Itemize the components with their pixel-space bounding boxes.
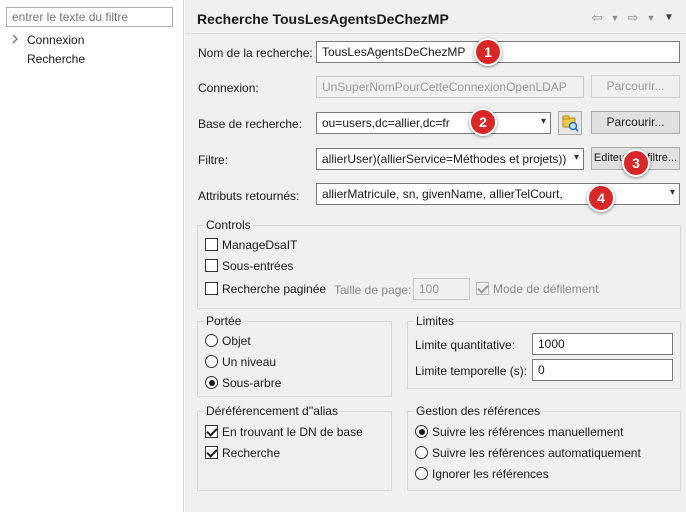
page-title: Recherche TousLesAgentsDeChezMP [197,11,449,27]
forward-arrow-icon[interactable]: ⇨ [626,10,640,26]
count-limit-label: Limite quantitative: [415,338,516,352]
referral-auto-label: Suivre les références automatiquement [432,446,641,460]
back-dropdown-icon[interactable]: ▼ [608,10,622,26]
scroll-mode-checkbox [476,282,489,295]
filter-value: allierUser)(allierService=Méthodes et pr… [322,152,567,166]
referral-ignore-label: Ignorer les références [432,467,549,481]
filter-input[interactable] [6,7,173,27]
scope-object-radio[interactable] [205,334,218,347]
sidebar-item-connexion[interactable]: Connexion [27,31,84,49]
page-size-label: Taille de page: [334,283,412,297]
controls-title: Controls [204,218,253,232]
alias-title: Déréférencement d''alias [204,404,340,418]
manage-dsait-label: ManageDsaIT [222,238,298,252]
header-divider [185,33,686,34]
filter-label: Filtre: [198,153,228,167]
time-limit-input[interactable]: 0 [532,359,673,381]
base-label: Base de recherche: [198,117,303,131]
name-label: Nom de la recherche: [198,46,313,60]
scope-subtree-label: Sous-arbre [222,376,282,390]
annotation-badge-3: 3 [622,149,650,177]
back-arrow-icon[interactable]: ⇦ [590,10,604,26]
base-browse-button[interactable]: Parcourir... [591,111,680,134]
alias-finding-base-checkbox[interactable] [205,425,218,438]
annotation-badge-1: 1 [474,38,502,66]
paged-search-checkbox[interactable] [205,282,218,295]
chevron-down-icon[interactable]: ▾ [574,152,579,163]
page-size-input: 100 [413,278,470,300]
annotation-badge-2: 2 [469,108,497,136]
referral-ignore-radio[interactable] [415,467,428,480]
filter-combo[interactable]: allierUser)(allierService=Méthodes et pr… [316,148,584,170]
search-base-value: ou=users,dc=allier,dc=fr [322,116,450,130]
annotation-badge-4: 4 [587,184,615,212]
chevron-down-icon[interactable]: ▾ [541,116,546,127]
subentries-label: Sous-entrées [222,259,294,273]
time-limit-label: Limite temporelle (s): [415,364,528,378]
sidebar-item-recherche[interactable]: Recherche [27,50,86,68]
subentries-checkbox[interactable] [205,259,218,272]
forward-dropdown-icon[interactable]: ▼ [644,10,658,26]
scope-object-label: Objet [222,334,251,348]
chevron-down-icon[interactable]: ▾ [670,187,675,198]
alias-search-checkbox[interactable] [205,446,218,459]
view-menu-icon[interactable]: ▼ [662,10,676,26]
alias-finding-base-label: En trouvant le DN de base [222,425,363,439]
nav-toolbar: ⇦ ▼ ⇨ ▼ ▼ [590,10,676,26]
count-limit-input[interactable]: 1000 [532,333,673,355]
chevron-right-icon[interactable] [10,34,24,48]
referral-manual-radio[interactable] [415,425,428,438]
connection-label: Connexion: [198,81,259,95]
attributes-label: Attributs retournés: [198,189,300,203]
connection-input: UnSuperNomPourCetteConnexionOpenLDAP [316,76,584,98]
limits-title: Limites [414,314,457,328]
sidebar: Connexion Recherche [0,0,184,512]
scope-title: Portée [204,314,244,328]
referrals-title: Gestion des références [414,404,543,418]
scroll-mode-label: Mode de défilement [493,282,599,296]
connection-browse-button: Parcourir... [591,75,680,98]
main-panel: Recherche TousLesAgentsDeChezMP ⇦ ▼ ⇨ ▼ … [185,0,686,512]
referral-manual-label: Suivre les références manuellement [432,425,624,439]
scope-onelevel-label: Un niveau [222,355,277,369]
attributes-combo[interactable]: allierMatricule, sn, givenName, allierTe… [316,183,680,205]
manage-dsait-checkbox[interactable] [205,238,218,251]
attributes-value: allierMatricule, sn, givenName, allierTe… [322,187,563,201]
paged-search-label: Recherche paginée [222,282,327,296]
search-base-combo[interactable]: ou=users,dc=allier,dc=fr ▾ [316,112,551,134]
scope-onelevel-radio[interactable] [205,355,218,368]
referral-auto-radio[interactable] [415,446,428,459]
alias-search-label: Recherche [222,446,281,460]
browse-tree-button[interactable] [558,111,582,135]
scope-subtree-radio[interactable] [205,376,218,389]
folder-search-icon [562,115,579,132]
